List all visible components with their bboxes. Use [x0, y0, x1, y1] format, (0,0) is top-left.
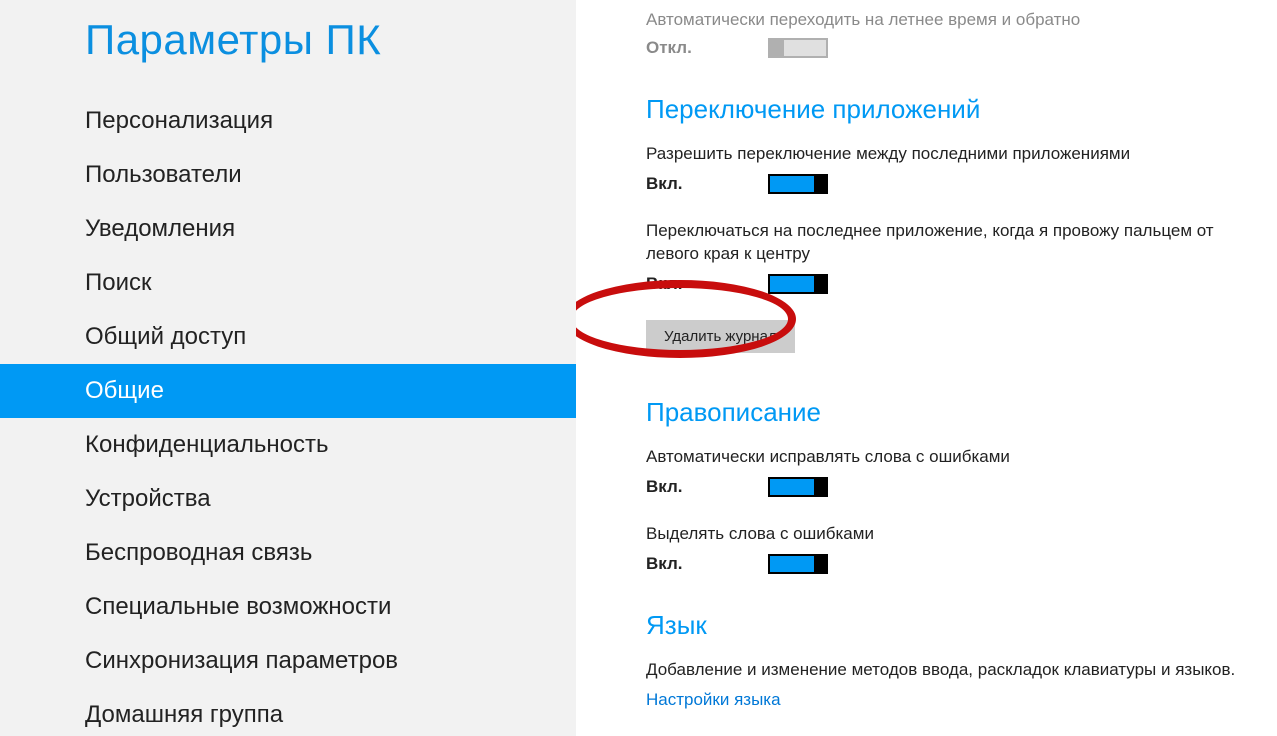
app-switch-setting2: Переключаться на последнее приложение, к…	[646, 220, 1237, 294]
app-switch-desc2: Переключаться на последнее приложение, к…	[646, 220, 1237, 266]
toggle-knob	[814, 274, 828, 294]
app-switch-state1: Вкл.	[646, 174, 768, 194]
spelling-state1: Вкл.	[646, 477, 768, 497]
spelling-group: Правописание Автоматически исправлять сл…	[646, 397, 1237, 574]
dst-toggle[interactable]	[768, 38, 828, 58]
sidebar-item-general[interactable]: Общие	[0, 364, 576, 418]
spelling-setting2: Выделять слова с ошибками Вкл.	[646, 523, 1237, 574]
toggle-knob	[814, 554, 828, 574]
spelling-setting1: Автоматически исправлять слова с ошибкам…	[646, 446, 1237, 497]
toggle-knob	[814, 174, 828, 194]
sidebar-item-search[interactable]: Поиск	[0, 256, 576, 310]
language-group: Язык Добавление и изменение методов ввод…	[646, 610, 1237, 710]
app-switch-toggle2[interactable]	[768, 274, 828, 294]
app-switch-desc1: Разрешить переключение между последними …	[646, 143, 1237, 166]
app-switch-state2: Вкл.	[646, 274, 768, 294]
language-title: Язык	[646, 610, 1237, 641]
app-switch-row2: Вкл.	[646, 274, 1237, 294]
sidebar-item-sync[interactable]: Синхронизация параметров	[0, 634, 576, 688]
content-panel: Автоматически переходить на летнее время…	[576, 0, 1277, 736]
toggle-knob	[814, 477, 828, 497]
sidebar-item-notifications[interactable]: Уведомления	[0, 202, 576, 256]
sidebar-item-wireless[interactable]: Беспроводная связь	[0, 526, 576, 580]
dst-group: Автоматически переходить на летнее время…	[646, 10, 1237, 58]
delete-history-button[interactable]: Удалить журнал	[646, 320, 795, 353]
language-settings-link[interactable]: Настройки языка	[646, 690, 1237, 710]
spelling-title: Правописание	[646, 397, 1237, 428]
spelling-toggle1[interactable]	[768, 477, 828, 497]
app-switch-title: Переключение приложений	[646, 94, 1237, 125]
spelling-state2: Вкл.	[646, 554, 768, 574]
page-title: Параметры ПК	[85, 16, 576, 64]
app-switch-setting1: Разрешить переключение между последними …	[646, 143, 1237, 194]
sidebar-item-devices[interactable]: Устройства	[0, 472, 576, 526]
sidebar-item-homegroup[interactable]: Домашняя группа	[0, 688, 576, 736]
app-switch-row1: Вкл.	[646, 174, 1237, 194]
dst-desc: Автоматически переходить на летнее время…	[646, 10, 1237, 30]
sidebar-item-privacy[interactable]: Конфиденциальность	[0, 418, 576, 472]
app-switch-group: Переключение приложений Разрешить перекл…	[646, 94, 1237, 353]
toggle-knob	[770, 40, 784, 56]
sidebar-item-personalization[interactable]: Персонализация	[0, 94, 576, 148]
spelling-desc2: Выделять слова с ошибками	[646, 523, 1237, 546]
dst-row: Откл.	[646, 38, 1237, 58]
spelling-desc1: Автоматически исправлять слова с ошибкам…	[646, 446, 1237, 469]
sidebar-item-users[interactable]: Пользователи	[0, 148, 576, 202]
sidebar-item-accessibility[interactable]: Специальные возможности	[0, 580, 576, 634]
sidebar: Параметры ПК Персонализация Пользователи…	[0, 0, 576, 736]
spelling-row2: Вкл.	[646, 554, 1237, 574]
spelling-toggle2[interactable]	[768, 554, 828, 574]
spelling-row1: Вкл.	[646, 477, 1237, 497]
language-desc: Добавление и изменение методов ввода, ра…	[646, 659, 1237, 682]
dst-state-label: Откл.	[646, 38, 768, 58]
sidebar-item-share[interactable]: Общий доступ	[0, 310, 576, 364]
app-switch-toggle1[interactable]	[768, 174, 828, 194]
app-root: Параметры ПК Персонализация Пользователи…	[0, 0, 1277, 736]
